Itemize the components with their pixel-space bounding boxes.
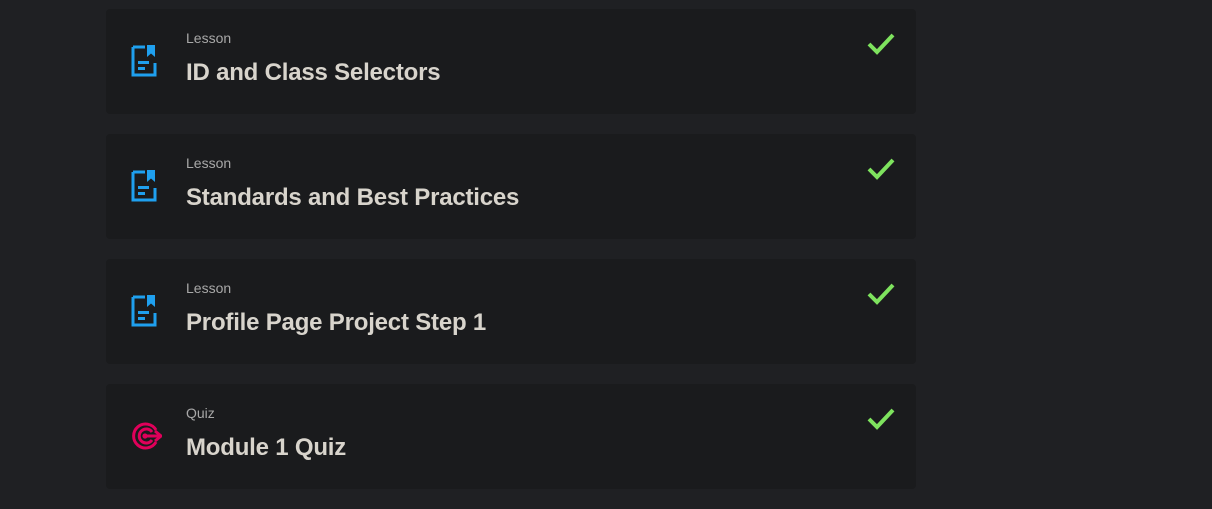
module-item-lesson[interactable]: Lesson Profile Page Project Step 1 <box>106 259 916 364</box>
lesson-document-icon <box>130 169 162 203</box>
lesson-document-icon <box>130 44 162 78</box>
item-type-label: Lesson <box>186 155 232 171</box>
item-title[interactable]: Standards and Best Practices <box>186 184 519 212</box>
item-title[interactable]: ID and Class Selectors <box>186 59 441 87</box>
quiz-target-icon <box>130 419 164 453</box>
item-type-label: Lesson <box>186 280 232 296</box>
completed-check-icon <box>866 281 896 307</box>
item-title[interactable]: Profile Page Project Step 1 <box>186 309 486 337</box>
module-item-quiz[interactable]: Quiz Module 1 Quiz <box>106 384 916 489</box>
item-type-label: Quiz <box>186 405 215 421</box>
item-type-label: Lesson <box>186 30 232 46</box>
module-item-lesson[interactable]: Lesson Standards and Best Practices <box>106 134 916 239</box>
item-title[interactable]: Module 1 Quiz <box>186 434 346 462</box>
lesson-document-icon <box>130 294 162 328</box>
completed-check-icon <box>866 31 896 57</box>
module-item-list: Lesson ID and Class Selectors Lesson Sta… <box>106 9 916 509</box>
completed-check-icon <box>866 406 896 432</box>
completed-check-icon <box>866 156 896 182</box>
module-item-lesson[interactable]: Lesson ID and Class Selectors <box>106 9 916 114</box>
